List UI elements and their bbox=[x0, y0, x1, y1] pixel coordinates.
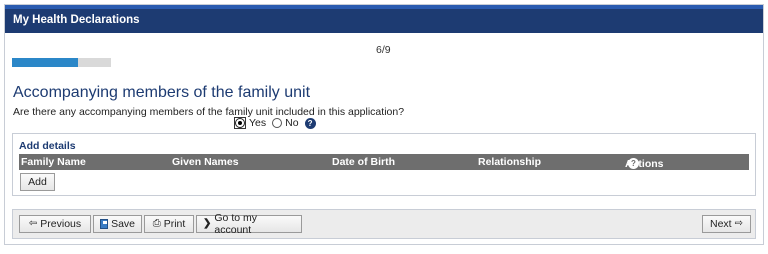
actions-help-icon[interactable]: ? bbox=[628, 158, 639, 169]
answer-radio-group: Yes No ? bbox=[234, 117, 316, 129]
arrow-left-icon: ⇦ bbox=[28, 218, 38, 229]
column-relationship: Relationship bbox=[478, 156, 542, 168]
print-label: Print bbox=[163, 218, 186, 230]
chevron-right-icon: ❯ bbox=[203, 218, 212, 229]
title-bar: My Health Declarations bbox=[5, 5, 763, 33]
radio-no-label: No bbox=[285, 117, 299, 129]
save-button[interactable]: Save bbox=[93, 215, 142, 233]
add-details-box: Add details Family Name Given Names Date… bbox=[12, 133, 756, 196]
add-details-title: Add details bbox=[19, 140, 76, 152]
footer-toolbar: ⇦ Previous Save ⎙ Print ❯ Go to my accou… bbox=[12, 209, 756, 239]
family-table-header: Family Name Given Names Date of Birth Re… bbox=[19, 154, 749, 170]
health-declarations-panel: My Health Declarations 6/9 Accompanying … bbox=[4, 4, 764, 245]
progress-bar-fill bbox=[12, 58, 78, 67]
help-icon[interactable]: ? bbox=[304, 117, 316, 129]
arrow-right-icon: ⇨ bbox=[734, 218, 743, 229]
go-to-account-button[interactable]: ❯ Go to my account bbox=[196, 212, 302, 236]
radio-yes[interactable] bbox=[234, 117, 246, 129]
radio-no[interactable] bbox=[272, 118, 283, 128]
save-icon bbox=[100, 219, 109, 229]
previous-button[interactable]: ⇦ Previous bbox=[19, 215, 91, 233]
column-family-name: Family Name bbox=[21, 156, 86, 168]
page-title: My Health Declarations bbox=[13, 14, 140, 26]
question-text: Are there any accompanying members of th… bbox=[13, 106, 405, 118]
previous-label: Previous bbox=[40, 218, 82, 230]
save-label: Save bbox=[111, 218, 135, 230]
next-label: Next bbox=[710, 218, 732, 230]
progress-bar bbox=[12, 58, 111, 67]
print-button[interactable]: ⎙ Print bbox=[144, 215, 194, 233]
column-date-of-birth: Date of Birth bbox=[332, 156, 395, 168]
add-button[interactable]: Add bbox=[20, 173, 55, 191]
radio-yes-label: Yes bbox=[249, 117, 267, 129]
column-given-names: Given Names bbox=[172, 156, 239, 168]
account-label: Go to my account bbox=[214, 212, 257, 236]
printer-icon: ⎙ bbox=[152, 218, 161, 229]
next-button[interactable]: Next ⇨ bbox=[702, 215, 751, 233]
progress-step-text: 6/9 bbox=[376, 44, 391, 56]
radio-yes-dot bbox=[235, 118, 245, 128]
section-heading: Accompanying members of the family unit bbox=[13, 84, 311, 101]
